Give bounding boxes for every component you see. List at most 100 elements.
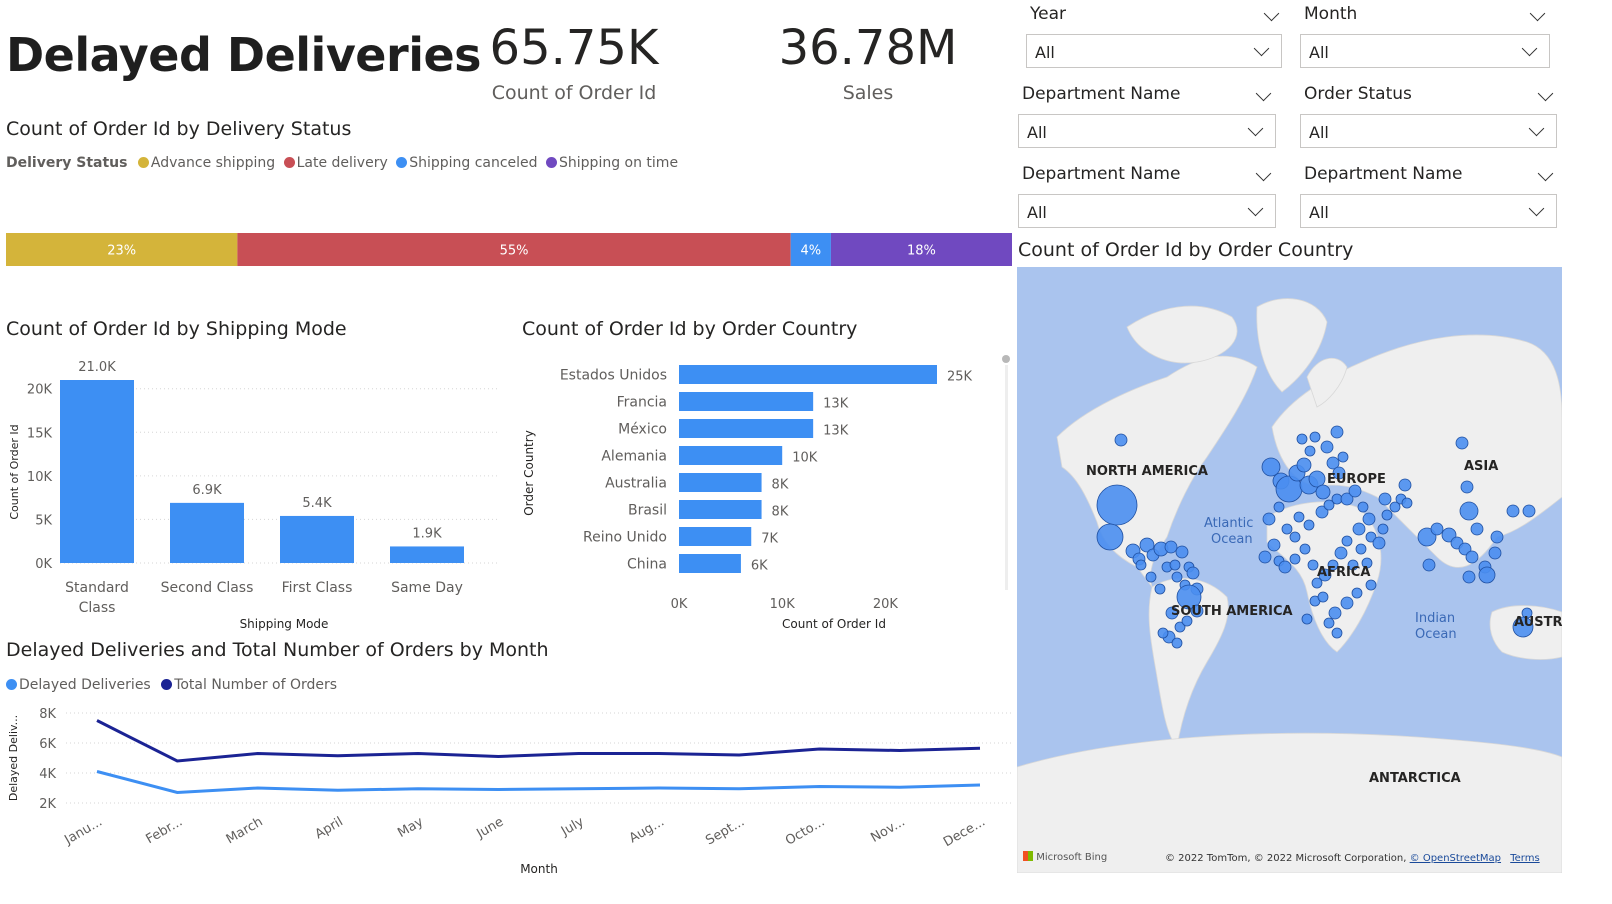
series-line[interactable] [96,770,981,795]
slicer-dropdown[interactable]: All [1026,34,1282,68]
country-bubble[interactable] [1261,457,1281,477]
osm-link[interactable]: © OpenStreetMap [1410,853,1501,864]
scrollbar-handle[interactable] [1002,355,1010,363]
slicer-dropdown[interactable]: All [1300,34,1550,68]
country-bubble[interactable] [1522,504,1536,518]
country-bubble[interactable] [1381,509,1393,521]
country-bubble[interactable] [1289,531,1301,543]
bar[interactable] [679,392,814,411]
country-bubble[interactable] [1320,440,1334,454]
slicer-dropdown[interactable]: All [1300,114,1557,148]
country-bubble[interactable] [1293,511,1305,523]
bar[interactable] [170,502,244,563]
slicer-department-name-2[interactable]: Department Name All [1018,164,1276,228]
country-bubble[interactable] [1323,617,1335,629]
country-bubble[interactable] [1169,559,1181,571]
country-bubble[interactable] [1377,523,1389,535]
country-bubble[interactable] [1299,543,1311,555]
bar[interactable] [390,546,464,563]
country-bubble[interactable] [1341,535,1353,547]
legend-item-total[interactable]: Total Number of Orders [161,677,337,693]
bar[interactable] [280,515,354,563]
country-bubble[interactable] [1096,484,1138,526]
country-bubble[interactable] [1114,433,1128,447]
country-bubble[interactable] [1154,583,1166,595]
country-bubble[interactable] [1340,596,1354,610]
country-bubble[interactable] [1465,550,1479,564]
country-bubble[interactable] [1455,436,1469,450]
bar[interactable] [679,419,814,438]
country-bubble[interactable] [1175,545,1189,559]
country-bubble[interactable] [1478,566,1496,584]
country-bubble[interactable] [1296,433,1308,445]
country-bubble[interactable] [1430,522,1444,536]
country-bubble[interactable] [1281,523,1293,535]
scrollbar-track[interactable] [1004,365,1008,590]
country-bubble[interactable] [1315,484,1331,500]
country-bubble[interactable] [1378,492,1392,506]
country-bubble[interactable] [1362,512,1376,526]
country-bubble[interactable] [1357,501,1369,513]
country-bubble[interactable] [1351,587,1363,599]
country-bubble[interactable] [1352,522,1366,536]
terms-link[interactable]: Terms [1510,853,1539,864]
country-bubble[interactable] [1164,540,1178,554]
slicer-dropdown[interactable]: All [1018,114,1276,148]
country-bubble[interactable] [1328,606,1342,620]
slicer-month[interactable]: Month All [1300,4,1550,68]
country-bubble[interactable] [1135,559,1147,571]
country-bubble[interactable] [1459,501,1479,521]
bar[interactable] [679,446,783,465]
country-bubble[interactable] [1278,560,1292,574]
slicer-dropdown[interactable]: All [1300,194,1557,228]
bar[interactable] [60,380,134,563]
country-bubble[interactable] [1398,478,1412,492]
slicer-department-name-3[interactable]: Department Name All [1300,164,1557,228]
country-bubble[interactable] [1490,530,1504,544]
country-bubble[interactable] [1304,445,1316,457]
country-bubble[interactable] [1422,558,1436,572]
legend-item-advance[interactable]: Advance shipping [137,155,275,171]
country-bubble[interactable] [1296,457,1312,473]
series-line[interactable] [96,719,981,763]
country-bubble[interactable] [1355,543,1367,555]
legend-item-canceled[interactable]: Shipping canceled [396,155,538,171]
slicer-dropdown[interactable]: All [1018,194,1276,228]
country-bubble[interactable] [1317,591,1329,603]
bar[interactable] [679,365,937,384]
country-bubble[interactable] [1186,566,1200,580]
bar[interactable] [679,554,741,573]
country-bubble[interactable] [1157,627,1169,639]
world-map[interactable]: NORTH AMERICA EUROPE ASIA AFRICA SOUTH A… [1017,267,1562,873]
country-bubble[interactable] [1309,431,1321,443]
slicer-department-name[interactable]: Department Name All [1018,84,1276,148]
country-bubble[interactable] [1470,522,1484,536]
country-bubble[interactable] [1171,637,1183,649]
country-bubble[interactable] [1365,579,1377,591]
legend-item-ontime[interactable]: Shipping on time [546,155,678,171]
map-canvas[interactable]: NORTH AMERICA EUROPE ASIA AFRICA SOUTH A… [1017,267,1562,873]
country-bubble[interactable] [1488,546,1502,560]
country-bubble[interactable] [1372,536,1386,550]
country-bubble[interactable] [1401,497,1413,509]
country-bubble[interactable] [1273,501,1285,513]
country-bubble[interactable] [1262,512,1276,526]
country-bubble[interactable] [1301,613,1313,625]
country-bubble[interactable] [1462,570,1476,584]
country-bubble[interactable] [1267,538,1281,552]
country-bubble[interactable] [1334,546,1348,560]
bar[interactable] [679,527,752,546]
country-bubble[interactable] [1308,470,1326,488]
country-bubble[interactable] [1289,553,1301,565]
country-bubble[interactable] [1303,519,1315,531]
slicer-order-status[interactable]: Order Status All [1300,84,1557,148]
country-bubble[interactable] [1331,493,1343,505]
country-bubble[interactable] [1460,480,1474,494]
slicer-year[interactable]: Year All [1026,4,1282,68]
country-bubble[interactable] [1337,451,1349,463]
country-bubble[interactable] [1506,504,1520,518]
bar[interactable] [679,500,762,519]
country-bubble[interactable] [1171,571,1183,583]
legend-item-delayed[interactable]: Delayed Deliveries [6,677,151,693]
country-bubble[interactable] [1145,571,1157,583]
